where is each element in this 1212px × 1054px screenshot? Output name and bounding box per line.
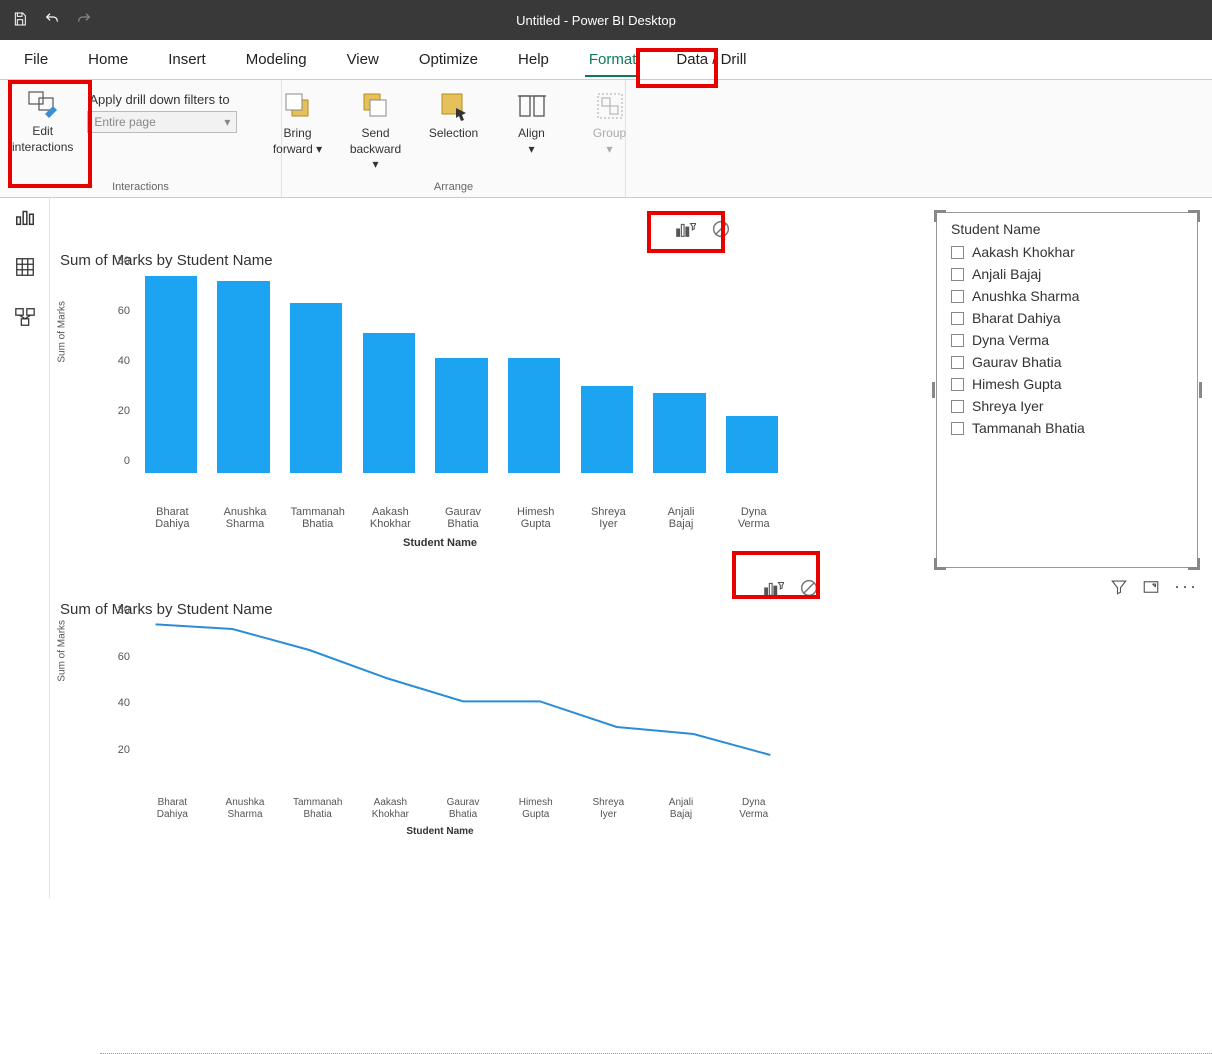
bar-chart-visual[interactable]: Sum of Marks by Student Name Sum of Mark…	[60, 252, 820, 549]
tab-format[interactable]: Format	[585, 43, 641, 76]
bar-chart-title: Sum of Marks by Student Name	[60, 252, 820, 269]
drill-scope-dropdown[interactable]: Entire page ▾	[87, 111, 237, 133]
chevron-down-icon: ▾	[224, 115, 230, 129]
bar[interactable]	[508, 358, 560, 473]
report-canvas[interactable]: Sum of Marks by Student Name Sum of Mark…	[50, 198, 1212, 905]
bar[interactable]	[145, 276, 197, 474]
slicer-item-label: Gaurav Bhatia	[972, 354, 1062, 370]
slicer-header: Student Name	[937, 213, 1197, 241]
app-title: Untitled - Power BI Desktop	[92, 13, 1200, 28]
line-xlabel: Student Name	[60, 826, 820, 837]
slicer-item[interactable]: Shreya Iyer	[951, 395, 1183, 417]
checkbox-icon[interactable]	[951, 246, 964, 259]
redo-icon[interactable]	[76, 11, 92, 30]
filter-interaction-icon[interactable]	[674, 218, 696, 240]
slicer-item-label: Tammanah Bhatia	[972, 420, 1085, 436]
send-backward-button[interactable]: Send backward ▾	[346, 88, 406, 173]
line-chart-title: Sum of Marks by Student Name	[60, 601, 820, 618]
titlebar: Untitled - Power BI Desktop	[0, 0, 1212, 40]
none-interaction-icon[interactable]	[710, 218, 732, 240]
tab-home[interactable]: Home	[84, 43, 132, 76]
edit-interactions-button[interactable]: Edit interactions	[8, 86, 77, 157]
slicer-item-label: Himesh Gupta	[972, 376, 1061, 392]
checkbox-icon[interactable]	[951, 400, 964, 413]
tab-optimize[interactable]: Optimize	[415, 43, 482, 76]
tab-view[interactable]: View	[343, 43, 383, 76]
slicer-item[interactable]: Dyna Verma	[951, 329, 1183, 351]
slicer-item[interactable]: Himesh Gupta	[951, 373, 1183, 395]
tab-file[interactable]: File	[20, 43, 52, 76]
checkbox-icon[interactable]	[951, 378, 964, 391]
slicer-item-label: Anushka Sharma	[972, 288, 1079, 304]
focus-mode-icon[interactable]	[1142, 578, 1160, 596]
tab-modeling[interactable]: Modeling	[242, 43, 311, 76]
checkbox-icon[interactable]	[951, 422, 964, 435]
group-button: Group ▾	[580, 88, 640, 159]
slicer-visual[interactable]: Student Name Aakash Khokhar Anjali Bajaj A…	[936, 212, 1198, 568]
more-options-icon[interactable]: ···	[1174, 576, 1198, 597]
bar[interactable]	[290, 303, 342, 473]
interaction-icons-bar	[666, 212, 740, 246]
slicer-item[interactable]: Gaurav Bhatia	[951, 351, 1183, 373]
bar-ylabel: Sum of Marks	[57, 301, 68, 363]
bar[interactable]	[581, 386, 633, 474]
visual-header-tools: ···	[1110, 576, 1198, 597]
view-switcher	[0, 198, 50, 898]
tab-help[interactable]: Help	[514, 43, 553, 76]
checkbox-icon[interactable]	[951, 290, 964, 303]
checkbox-icon[interactable]	[951, 312, 964, 325]
slicer-item[interactable]: Tammanah Bhatia	[951, 417, 1183, 439]
bar[interactable]	[435, 358, 487, 473]
slicer-item-label: Dyna Verma	[972, 332, 1049, 348]
checkbox-icon[interactable]	[951, 334, 964, 347]
tab-insert[interactable]: Insert	[164, 43, 210, 76]
slicer-item-label: Shreya Iyer	[972, 398, 1044, 414]
slicer-item[interactable]: Anjali Bajaj	[951, 263, 1183, 285]
slicer-item[interactable]: Anushka Sharma	[951, 285, 1183, 307]
slicer-item[interactable]: Aakash Khokhar	[951, 241, 1183, 263]
model-view-icon[interactable]	[14, 306, 36, 328]
drill-label: Apply drill down filters to	[89, 92, 237, 107]
slicer-item-label: Bharat Dahiya	[972, 310, 1061, 326]
none-interaction-icon[interactable]	[798, 577, 820, 599]
data-view-icon[interactable]	[14, 256, 36, 278]
bar-xlabel: Student Name	[60, 537, 820, 549]
group-arrange-label: Arrange	[290, 179, 617, 197]
filter-icon[interactable]	[1110, 578, 1128, 596]
checkbox-icon[interactable]	[951, 268, 964, 281]
line-ylabel: Sum of Marks	[57, 620, 68, 682]
slicer-item-label: Anjali Bajaj	[972, 266, 1041, 282]
bar[interactable]	[217, 281, 269, 474]
bring-forward-button[interactable]: Bring forward ▾	[268, 88, 328, 159]
selection-button[interactable]: Selection	[424, 88, 484, 159]
slicer-item-label: Aakash Khokhar	[972, 244, 1075, 260]
align-button[interactable]: Align ▾	[502, 88, 562, 159]
slicer-item[interactable]: Bharat Dahiya	[951, 307, 1183, 329]
save-icon[interactable]	[12, 11, 28, 30]
group-interactions-label: Interactions	[8, 179, 273, 197]
bar[interactable]	[653, 393, 705, 473]
line-chart-visual[interactable]: Sum of Marks by Student Name Sum of Mark…	[60, 601, 820, 837]
ribbon-tabs: File Home Insert Modeling View Optimize …	[0, 40, 1212, 80]
report-view-icon[interactable]	[14, 206, 36, 228]
ribbon: Edit interactions Apply drill down filte…	[0, 80, 1212, 198]
undo-icon[interactable]	[44, 11, 60, 30]
filter-interaction-icon[interactable]	[762, 577, 784, 599]
tab-data-drill[interactable]: Data / Drill	[672, 43, 750, 76]
checkbox-icon[interactable]	[951, 356, 964, 369]
bar[interactable]	[726, 416, 778, 474]
interaction-icons-line	[754, 571, 828, 605]
bar[interactable]	[363, 333, 415, 473]
